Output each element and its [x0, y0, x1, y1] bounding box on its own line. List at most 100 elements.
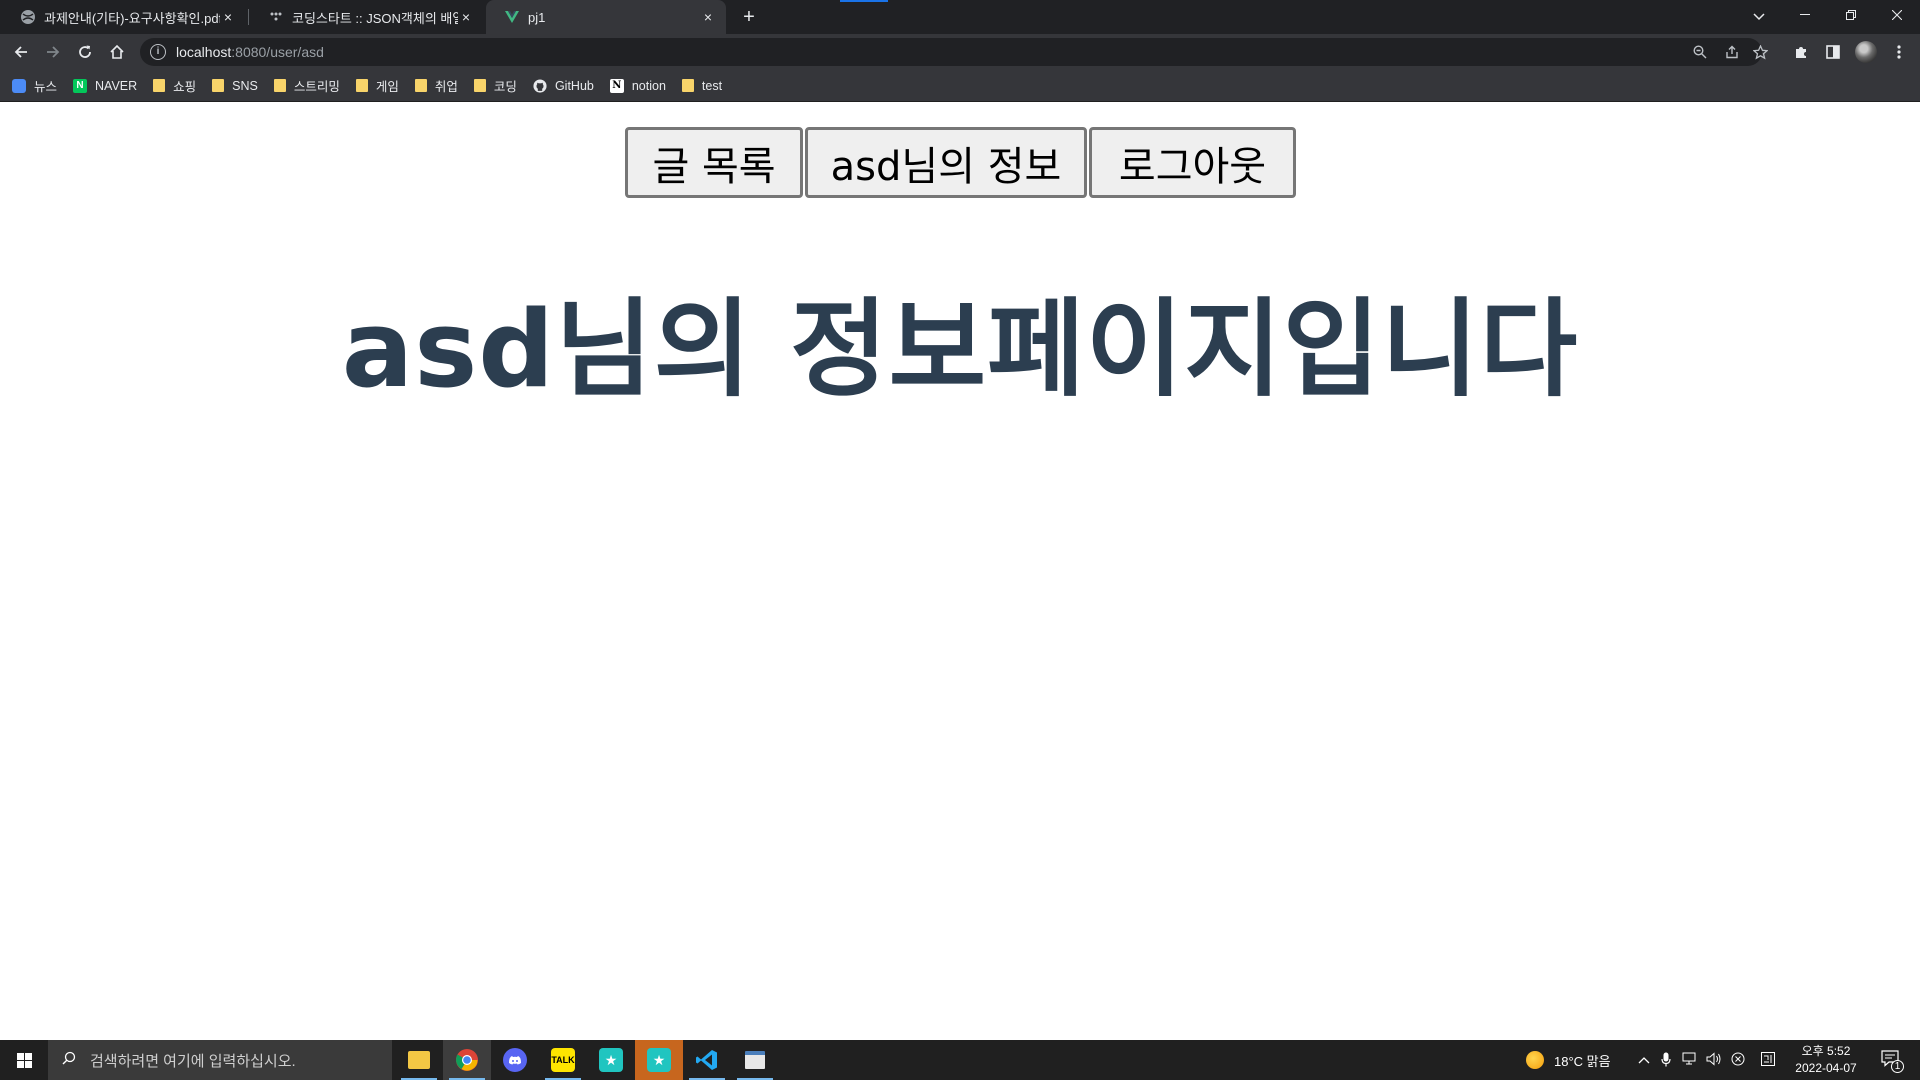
nav-bar: 글 목록 asd님의 정보 로그아웃: [625, 127, 1296, 198]
bookmark-label: test: [701, 78, 723, 93]
bookmark-label: 스트리밍: [293, 80, 340, 94]
new-tab-button[interactable]: +: [738, 6, 760, 28]
search-icon: [62, 1051, 76, 1069]
tab-json[interactable]: 코딩스타트 :: JSON객체의 배열로 ×: [250, 0, 484, 34]
start-button[interactable]: [0, 1040, 48, 1080]
tab-title: 과제안내(기타)-요구사항확인.pdf: [44, 10, 220, 26]
taskbar-clock[interactable]: 오후 5:52 2022-04-07: [1786, 1043, 1866, 1077]
restore-icon[interactable]: [1828, 0, 1874, 30]
url-path: :8080/user/asd: [231, 44, 324, 60]
site-info-icon[interactable]: i: [150, 44, 166, 60]
post-list-button[interactable]: 글 목록: [625, 127, 803, 198]
bookmark-label: 코딩: [493, 80, 517, 94]
bookmark-label: 게임: [375, 80, 399, 94]
bookmark-github[interactable]: GitHub: [533, 79, 594, 93]
folder-icon: [681, 79, 694, 92]
close-icon[interactable]: ×: [458, 9, 474, 25]
tab-strip: 과제안내(기타)-요구사항확인.pdf × 코딩스타트 :: JSON객체의 배…: [0, 0, 1920, 34]
naver-icon: N: [73, 78, 88, 93]
notion-icon: N: [609, 78, 624, 93]
share-icon[interactable]: [1720, 42, 1744, 62]
tab-search-icon[interactable]: [1746, 4, 1772, 30]
tab-title: 코딩스타트 :: JSON객체의 배열로: [292, 10, 458, 26]
kakaotalk-icon: TALK: [551, 1048, 575, 1072]
bookmark-label: notion: [631, 78, 666, 93]
bookmark-folder-test[interactable]: test: [681, 78, 723, 93]
bookmark-folder-job[interactable]: 취업: [414, 76, 458, 95]
bookmark-naver[interactable]: N NAVER: [73, 78, 138, 93]
url-text[interactable]: localhost:8080/user/asd: [176, 44, 324, 60]
vue-icon: [505, 11, 519, 23]
windows-taskbar: 검색하려면 여기에 입력하십시오. TALK ★ ★ 18°C 맑음 오후 5:…: [0, 1040, 1920, 1080]
menu-icon[interactable]: [1886, 39, 1912, 65]
extensions-icon[interactable]: [1788, 39, 1814, 65]
address-bar[interactable]: i localhost:8080/user/asd: [140, 38, 1768, 66]
bookmark-notion[interactable]: N notion: [609, 78, 666, 93]
bookmark-label: GitHub: [554, 78, 594, 93]
taskbar-app-window[interactable]: [731, 1040, 779, 1080]
bookmark-folder-coding[interactable]: 코딩: [473, 76, 517, 95]
bookmark-star-icon[interactable]: [1748, 42, 1772, 62]
bookmark-label: 쇼핑: [173, 80, 197, 94]
back-icon[interactable]: [8, 39, 34, 65]
profile-avatar[interactable]: [1855, 41, 1877, 63]
side-panel-icon[interactable]: [1820, 39, 1846, 65]
bookmark-folder-shopping[interactable]: 쇼핑: [153, 76, 196, 95]
tab-pj1[interactable]: pj1 ×: [486, 0, 726, 34]
user-info-button[interactable]: asd님의 정보: [805, 127, 1087, 198]
logout-button[interactable]: 로그아웃: [1089, 127, 1296, 198]
url-host: localhost: [176, 44, 232, 60]
windows-logo-icon: [16, 1052, 32, 1068]
bookmark-label: NAVER: [95, 78, 138, 93]
bookmark-folder-game[interactable]: 게임: [355, 76, 399, 95]
page-content: 글 목록 asd님의 정보 로그아웃 asd님의 정보페이지입니다: [0, 103, 1920, 1039]
taskbar-search[interactable]: 검색하려면 여기에 입력하십시오.: [48, 1040, 392, 1080]
vscode-icon: [696, 1050, 717, 1070]
folder-icon: [414, 79, 427, 92]
bookmark-label: 취업: [434, 80, 458, 94]
taskbar-app-orange[interactable]: ★: [635, 1040, 683, 1080]
dots-icon: [270, 12, 282, 21]
discord-icon: [503, 1048, 527, 1072]
minimize-icon[interactable]: [1782, 0, 1828, 30]
weather-text[interactable]: 18°C 맑음: [1554, 1040, 1611, 1080]
notification-center-icon[interactable]: 1: [1880, 1050, 1904, 1073]
close-icon[interactable]: ×: [700, 9, 716, 25]
chrome-icon: [456, 1049, 478, 1071]
status-x-icon[interactable]: [1730, 1052, 1746, 1068]
zoom-icon[interactable]: [1688, 42, 1712, 62]
tab-title: pj1: [528, 9, 546, 25]
bookmark-news[interactable]: 뉴스: [12, 76, 57, 95]
tab-pdf[interactable]: 과제안내(기타)-요구사항확인.pdf ×: [2, 0, 246, 34]
forward-icon[interactable]: [40, 39, 66, 65]
weather-sun-icon[interactable]: [1526, 1051, 1544, 1069]
globe-icon: [21, 10, 35, 24]
taskbar-file-explorer[interactable]: [395, 1040, 443, 1080]
close-icon[interactable]: ×: [220, 9, 236, 25]
folder-icon: [355, 79, 368, 92]
search-placeholder: 검색하려면 여기에 입력하십시오.: [90, 1052, 296, 1070]
bookmark-folder-sns[interactable]: SNS: [212, 79, 258, 93]
ime-korean-icon[interactable]: [1760, 1052, 1776, 1068]
taskbar-chrome[interactable]: [443, 1040, 491, 1080]
bookmark-label: 뉴스: [34, 80, 58, 94]
microphone-icon[interactable]: [1658, 1052, 1674, 1068]
reload-icon[interactable]: [72, 39, 98, 65]
chevron-up-icon[interactable]: [1636, 1052, 1652, 1068]
tab-drag-indicator: [840, 0, 888, 2]
folder-icon: [273, 79, 286, 92]
volume-icon[interactable]: [1706, 1052, 1722, 1068]
home-icon[interactable]: [104, 39, 130, 65]
taskbar-vscode[interactable]: [683, 1040, 731, 1080]
folder-icon: [408, 1051, 430, 1069]
taskbar-app-teal[interactable]: ★: [587, 1040, 635, 1080]
star-app-icon: ★: [647, 1048, 671, 1072]
window-close-icon[interactable]: [1874, 0, 1920, 30]
github-icon: [533, 78, 547, 93]
browser-toolbar: i localhost:8080/user/asd: [0, 34, 1920, 70]
taskbar-kakaotalk[interactable]: TALK: [539, 1040, 587, 1080]
network-icon[interactable]: [1682, 1052, 1698, 1068]
clock-date: 2022-04-07: [1795, 1061, 1857, 1075]
taskbar-discord[interactable]: [491, 1040, 539, 1080]
bookmark-folder-streaming[interactable]: 스트리밍: [273, 76, 340, 95]
